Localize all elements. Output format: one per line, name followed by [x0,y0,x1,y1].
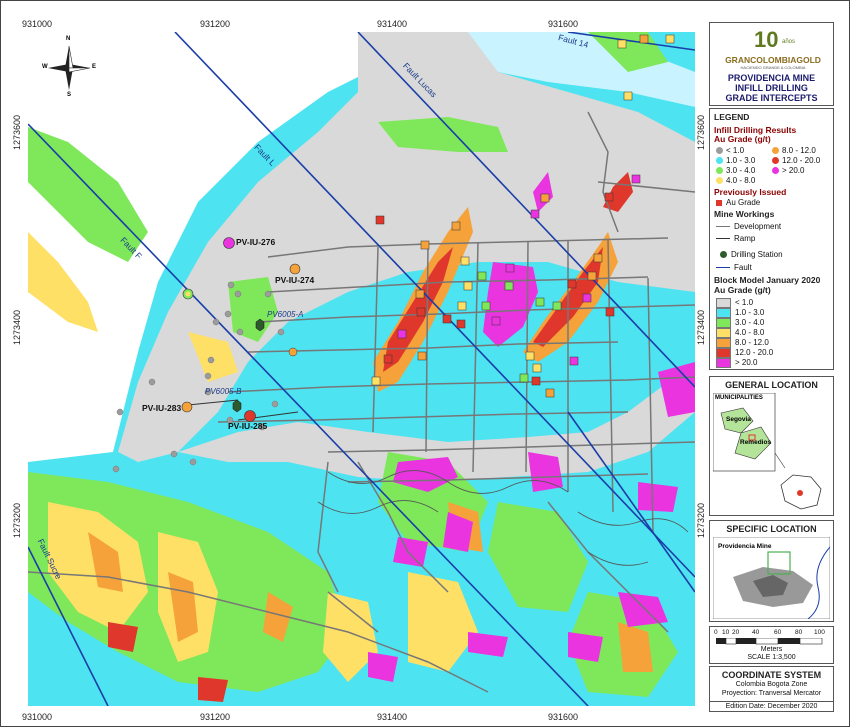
west-label: W [42,64,48,70]
y-tick-left-1: 1273600 [12,114,22,150]
logo-number: 10 [754,27,779,52]
x-tick-bottom-1: 931000 [22,712,53,722]
hole-274-label: PV-IU-274 [275,275,315,285]
x-tick-top-3: 931400 [377,19,408,29]
south-label: S [67,92,72,98]
legend-block-lt1: < 1.0 [716,298,753,308]
station-a-marker [255,318,265,332]
drill-results-sub: Au Grade (g/t) [714,134,771,144]
block-model-title: Block Model January 2020 [714,275,821,285]
y-tick-left-3: 1273200 [12,502,22,538]
hole-285-label: PV-IU-285 [228,421,268,431]
north-label: N [66,36,71,42]
coord-title: COORDINATE SYSTEM [721,670,822,680]
hole-276-marker [223,237,235,249]
specific-location-title: SPECIFIC LOCATION [726,524,817,534]
scale-tick-20: 20 [732,629,740,636]
map-title-1: PROVIDENCIA MINE [727,73,816,83]
legend-panel: LEGEND Infill Drilling Results Au Grade … [709,108,834,370]
station-b-marker [232,399,242,413]
hole-285-marker [244,410,256,422]
title-panel: 10 años GRANCOLOMBIAGOLD HACIENDO GRANDE… [709,22,834,106]
scale-tick-100: 100 [814,629,825,636]
legend-block-12to20: 12.0 - 20.0 [716,348,773,358]
scale-ratio: SCALE 1:3,500 [747,654,796,661]
scale-bar [716,638,823,645]
legend-block-8to12: 8.0 - 12.0 [716,338,769,348]
prev-issued-title: Previously Issued [714,187,787,197]
legend-title: LEGEND [714,112,750,122]
legend-drill-3to4: 3.0 - 4.0 [716,166,755,175]
north-arrow-icon [48,45,91,90]
legend-ramp: Ramp [716,234,755,243]
legend-prev-au: Au Grade [716,198,760,207]
municipalities-title: MUNICIPALITIES [715,395,763,401]
coord-projection: Proyection: Tranversal Mercator [721,690,822,697]
legend-drill-gt20: > 20.0 [772,166,804,175]
scale-tick-0: 0 [714,629,718,636]
logo-years: años [782,39,796,45]
east-label: E [92,64,97,70]
scale-panel: 0 10 20 40 60 80 100 Meters SCALE 1:3,50… [709,626,834,664]
x-tick-top-1: 931000 [22,19,53,29]
specific-place: Providencia Mine [718,543,772,550]
hole-283-label: PV-IU-283 [142,403,182,413]
workings-title: Mine Workings [714,209,775,219]
y-tick-right-2: 1273400 [696,309,706,345]
scale-tick-80: 80 [795,629,803,636]
x-tick-top-2: 931200 [200,19,231,29]
station-b-label: PV6005-B [205,387,242,396]
legend-drill-12to20: 12.0 - 20.0 [772,156,820,165]
legend-block-gt20: > 20.0 [716,358,757,368]
coord-zone: Colombia Bogota Zone [735,681,808,688]
x-tick-bottom-2: 931200 [200,712,231,722]
scale-unit: Meters [760,646,783,653]
scale-tick-10: 10 [722,629,730,636]
legend-drill-lt1: < 1.0 [716,146,744,155]
x-tick-top-4: 931600 [548,19,579,29]
station-a-label: PV6005-A [267,310,304,319]
legend-block-3to4: 3.0 - 4.0 [716,318,764,328]
map-title-2: INFILL DRILLING [735,83,808,93]
logo-sub: HACIENDO GRANDE A COLOMBIA [740,65,806,70]
legend-development: Development [716,222,781,231]
edition-date: Edition Date: December 2020 [710,701,833,710]
general-location-map [713,393,822,510]
coordinate-panel: COORDINATE SYSTEM Colombia Bogota Zone P… [709,666,834,712]
legend-block-1to3: 1.0 - 3.0 [716,308,764,318]
map-title-3: GRADE INTERCEPTS [725,93,818,103]
place-remedios: Remedios [740,439,772,446]
legend-drill-4to8: 4.0 - 8.0 [716,176,755,185]
y-tick-right-1: 1273600 [696,114,706,150]
hole-276-label: PV-IU-276 [236,237,276,247]
place-segovia: Segovia [726,416,751,423]
scale-tick-40: 40 [752,629,760,636]
hole-283-marker [181,401,193,413]
legend-fault: Fault [716,263,752,272]
x-tick-bottom-4: 931600 [548,712,579,722]
x-tick-bottom-3: 931400 [377,712,408,722]
map-canvas[interactable] [28,32,695,706]
legend-drill-8to12: 8.0 - 12.0 [772,146,816,155]
legend-block-4to8: 4.0 - 8.0 [716,328,764,338]
general-location-title: GENERAL LOCATION [725,380,818,390]
general-location-panel: GENERAL LOCATION MUNICIPALITIES Segovia … [709,376,834,516]
block-model-sub: Au Grade (g/t) [714,285,771,295]
logo-name: GRANCOLOMBIAGOLD [725,55,821,65]
y-tick-right-3: 1273200 [696,502,706,538]
scale-tick-60: 60 [774,629,782,636]
specific-location-panel: SPECIFIC LOCATION Providencia Mine [709,520,834,622]
y-tick-left-2: 1273400 [12,309,22,345]
legend-station: Drilling Station [716,250,783,259]
legend-drill-1to3: 1.0 - 3.0 [716,156,755,165]
hole-274-marker [289,263,301,275]
